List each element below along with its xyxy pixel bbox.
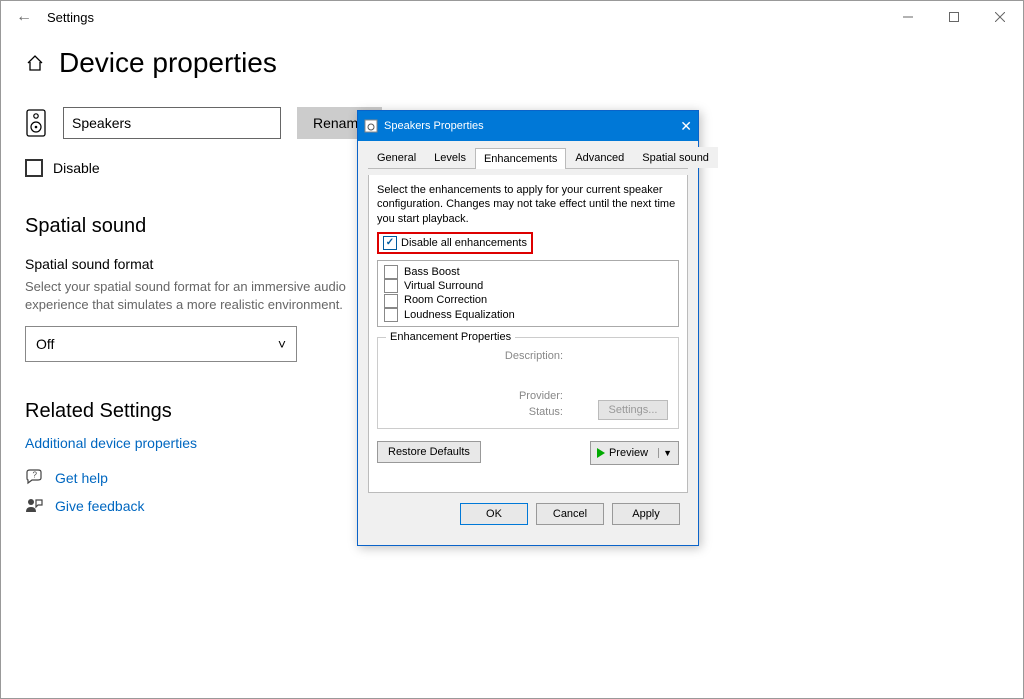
minimize-button[interactable] [885, 1, 931, 33]
enhancement-item[interactable]: Loudness Equalization [384, 308, 672, 322]
dialog-icon [364, 119, 378, 133]
dialog-close-button[interactable]: ✕ [680, 118, 692, 135]
description-label: Description: [493, 350, 563, 362]
enhancements-description: Select the enhancements to apply for you… [377, 183, 679, 226]
tab-levels[interactable]: Levels [425, 147, 475, 168]
preview-button[interactable]: Preview ▼ [590, 441, 679, 465]
enhancements-panel: Select the enhancements to apply for you… [368, 175, 688, 493]
spatial-format-dropdown[interactable]: Off ˅ [25, 326, 297, 362]
dropdown-arrow-icon[interactable]: ▼ [658, 448, 672, 458]
dialog-title: Speakers Properties [384, 120, 484, 132]
back-button[interactable]: ← [1, 8, 47, 26]
maximize-button[interactable] [931, 1, 977, 33]
chevron-down-icon: ˅ [278, 336, 286, 352]
tab-spatial-sound[interactable]: Spatial sound [633, 147, 718, 168]
feedback-icon [25, 497, 43, 515]
page-title: Device properties [59, 47, 277, 79]
enhancement-settings-button: Settings... [598, 400, 668, 420]
disable-all-checkbox[interactable]: ✓ [383, 236, 397, 250]
disable-label: Disable [53, 160, 100, 176]
disable-all-label: Disable all enhancements [401, 237, 527, 249]
dialog-titlebar[interactable]: Speakers Properties ✕ [358, 111, 698, 141]
close-button[interactable] [977, 1, 1023, 33]
enhancements-list: Bass Boost Virtual Surround Room Correct… [377, 260, 679, 327]
checkbox[interactable] [384, 279, 398, 293]
titlebar: ← Settings [1, 1, 1023, 33]
checkbox[interactable] [384, 294, 398, 308]
spatial-format-value: Off [36, 336, 54, 352]
cancel-button[interactable]: Cancel [536, 503, 604, 525]
disable-checkbox[interactable] [25, 159, 43, 177]
give-feedback-link[interactable]: Give feedback [55, 498, 145, 514]
tab-enhancements[interactable]: Enhancements [475, 148, 566, 169]
provider-label: Provider: [493, 390, 563, 402]
status-label: Status: [493, 406, 563, 418]
ok-button[interactable]: OK [460, 503, 528, 525]
settings-window: ← Settings Device properties [0, 0, 1024, 699]
props-legend: Enhancement Properties [386, 331, 515, 343]
device-name-input[interactable] [63, 107, 281, 139]
disable-all-enhancements-row[interactable]: ✓ Disable all enhancements [377, 232, 533, 254]
speaker-icon [25, 109, 47, 137]
enhancement-properties-group: Enhancement Properties Description: Prov… [377, 337, 679, 429]
spatial-help-text: Select your spatial sound format for an … [25, 278, 405, 314]
svg-text:?: ? [33, 471, 38, 480]
tab-general[interactable]: General [368, 147, 425, 168]
additional-properties-link[interactable]: Additional device properties [25, 435, 197, 451]
dialog-tabs: General Levels Enhancements Advanced Spa… [368, 147, 688, 169]
checkbox[interactable] [384, 308, 398, 322]
help-icon: ? [25, 469, 43, 487]
enhancement-item[interactable]: Virtual Surround [384, 279, 672, 293]
enhancement-item[interactable]: Room Correction [384, 293, 672, 307]
home-icon[interactable] [25, 53, 45, 73]
dialog-footer: OK Cancel Apply [368, 493, 688, 535]
checkbox[interactable] [384, 265, 398, 279]
restore-defaults-button[interactable]: Restore Defaults [377, 441, 481, 463]
tab-advanced[interactable]: Advanced [566, 147, 633, 168]
enhancement-item[interactable]: Bass Boost [384, 265, 672, 279]
window-title: Settings [47, 10, 94, 25]
get-help-link[interactable]: Get help [55, 470, 108, 486]
speakers-properties-dialog: Speakers Properties ✕ General Levels Enh… [357, 110, 699, 546]
play-icon [597, 448, 605, 458]
apply-button[interactable]: Apply [612, 503, 680, 525]
